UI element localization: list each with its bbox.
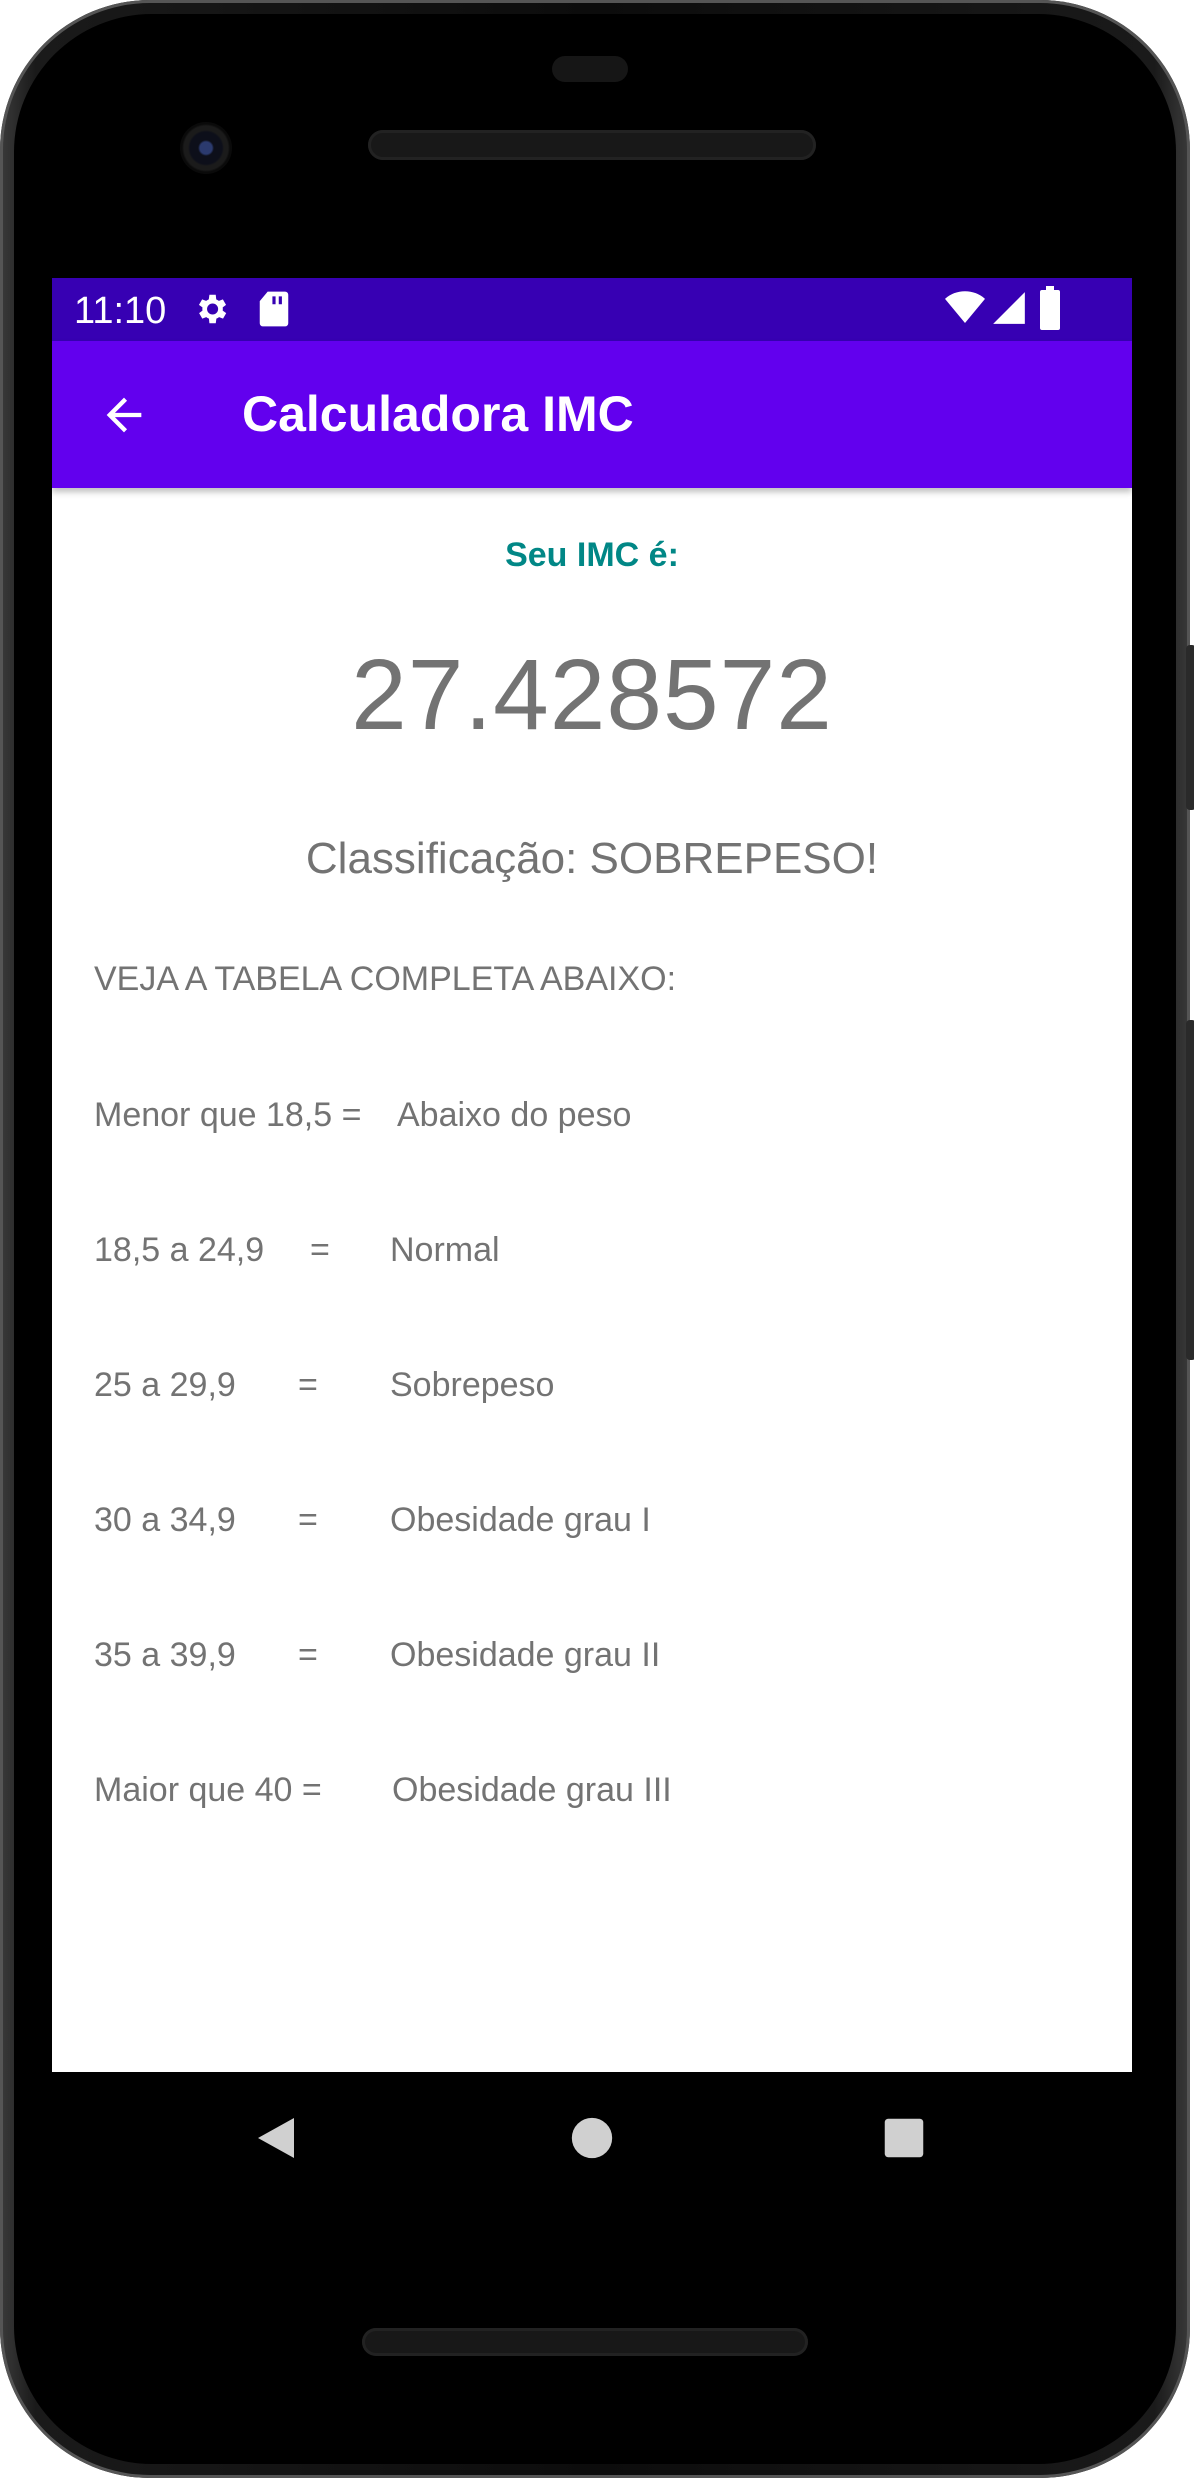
row-range: 35 a 39,9 [94, 1636, 236, 1674]
imc-value: 27.428572 [351, 639, 833, 751]
classification-text: Classificação: SOBREPESO! [305, 834, 879, 883]
row-range: 30 a 34,9 [94, 1501, 236, 1539]
app-bar: Calculadora IMC [52, 341, 1132, 488]
back-button[interactable] [88, 379, 160, 451]
row-equals: = [298, 1636, 318, 1674]
row-classification: Abaixo do peso [397, 1096, 632, 1134]
table-row: 30 a 34,9 = Obesidade grau I [94, 1501, 994, 1549]
imc-label: Seu IMC é: [505, 536, 679, 574]
status-bar: 11:10 [52, 278, 1132, 341]
row-range: Menor que 18,5 = [94, 1096, 362, 1134]
row-equals: = [310, 1231, 330, 1269]
front-camera-icon [180, 122, 232, 174]
row-classification: Normal [390, 1231, 500, 1269]
row-classification: Obesidade grau I [390, 1501, 651, 1539]
device-screen: 11:10 Calculadora IMC Seu IMC é: 27.4285… [52, 278, 1132, 2072]
volume-button [1186, 1020, 1194, 1360]
battery-icon [1038, 286, 1062, 335]
row-classification: Obesidade grau III [392, 1771, 672, 1809]
navigation-bar [0, 2072, 1194, 2200]
home-circle-icon [571, 2117, 613, 2159]
nav-recents-button[interactable] [868, 2102, 940, 2174]
signal-icon [990, 288, 1028, 333]
table-heading: VEJA A TABELA COMPLETA ABAIXO: [94, 960, 677, 998]
row-range: Maior que 40 = [94, 1771, 322, 1809]
row-classification: Sobrepeso [390, 1366, 555, 1404]
gear-icon [192, 290, 230, 333]
wifi-icon [944, 288, 986, 333]
status-time: 11:10 [74, 290, 167, 332]
phone-frame: 11:10 Calculadora IMC Seu IMC é: 27.4285… [0, 0, 1194, 2478]
nav-back-button[interactable] [240, 2102, 312, 2174]
table-row: Maior que 40 = Obesidade grau III [94, 1771, 994, 1819]
row-range: 18,5 a 24,9 [94, 1231, 265, 1269]
bottom-speaker [362, 2328, 808, 2356]
row-equals: = [298, 1366, 318, 1404]
proximity-sensor [552, 56, 628, 82]
recents-square-icon [884, 2118, 924, 2158]
table-row: 35 a 39,9 = Obesidade grau II [94, 1636, 994, 1684]
table-row: 25 a 29,9 = Sobrepeso [94, 1366, 994, 1414]
earpiece-speaker [368, 130, 816, 160]
page-title: Calculadora IMC [242, 386, 634, 442]
power-button [1186, 645, 1194, 810]
table-row: Menor que 18,5 = Abaixo do peso [94, 1096, 994, 1144]
arrow-back-icon [106, 397, 142, 433]
table-row: 18,5 a 24,9 = Normal [94, 1231, 994, 1279]
sd-card-icon [257, 290, 291, 333]
row-range: 25 a 29,9 [94, 1366, 236, 1404]
nav-home-button[interactable] [556, 2102, 628, 2174]
row-classification: Obesidade grau II [390, 1636, 661, 1674]
row-equals: = [298, 1501, 318, 1539]
back-triangle-icon [258, 2118, 294, 2158]
